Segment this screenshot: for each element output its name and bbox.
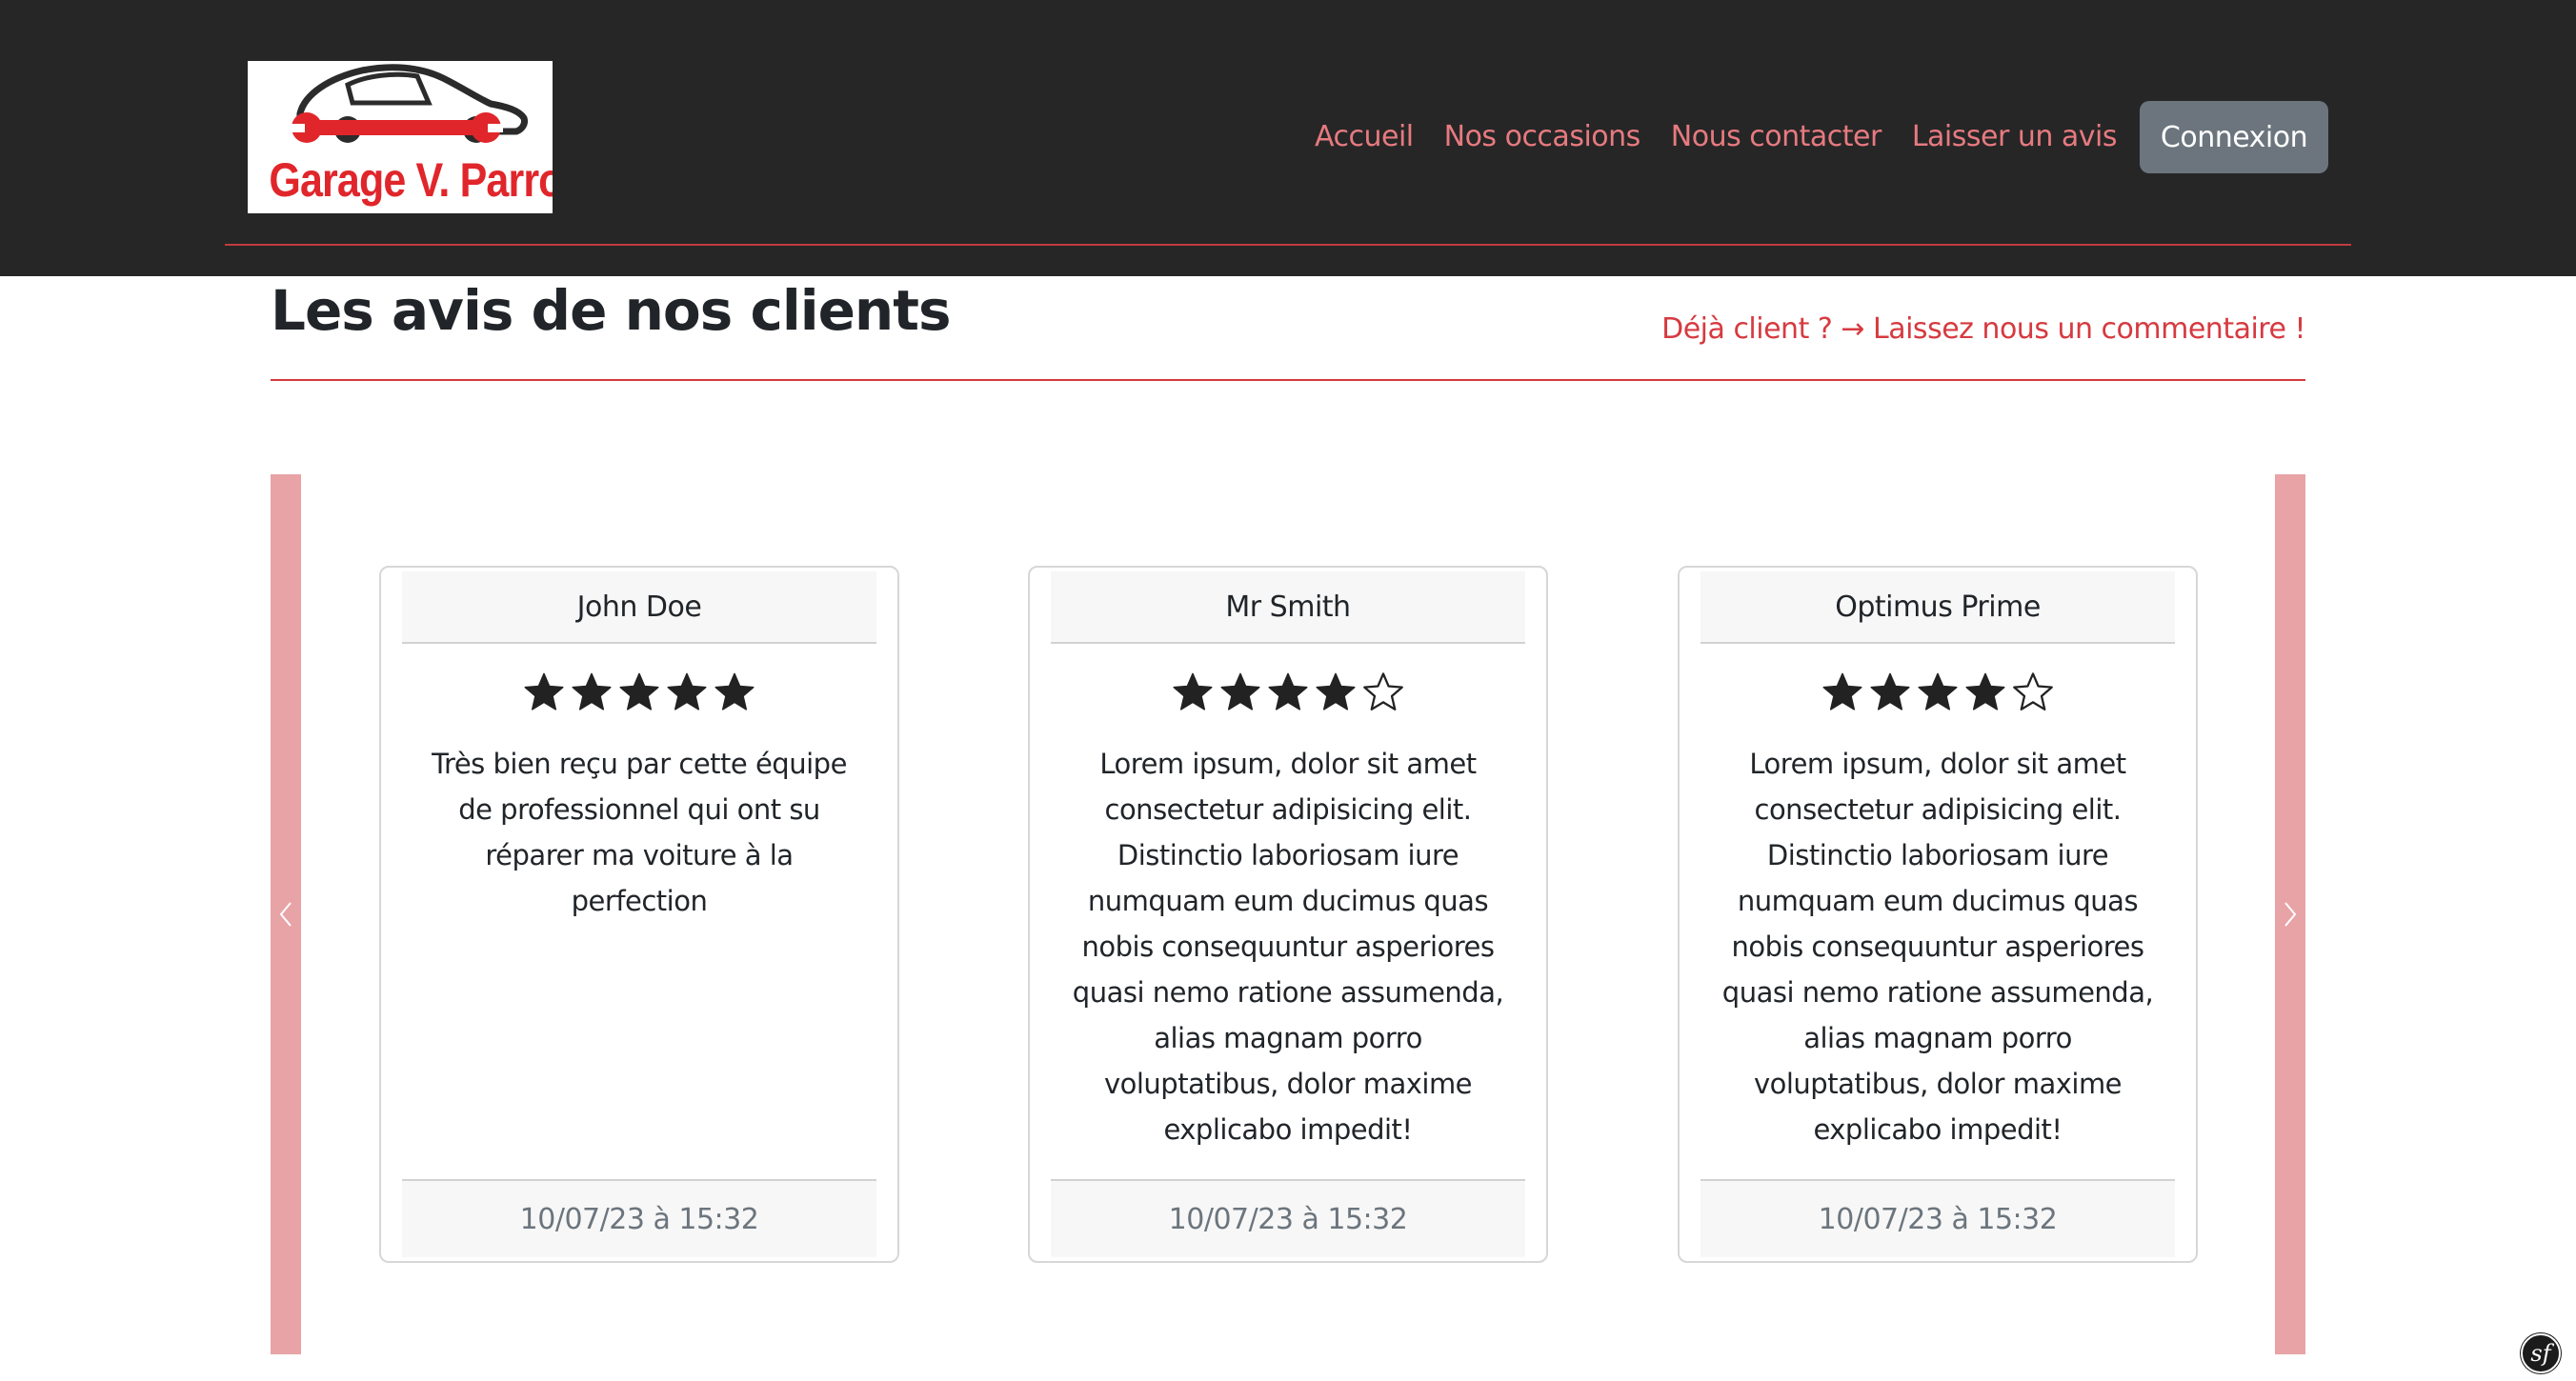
leave-review-link[interactable]: Déjà client ? → Laissez nous un commenta… xyxy=(1661,312,2305,346)
review-rating xyxy=(1030,670,1546,714)
star-filled-icon xyxy=(714,672,755,711)
review-rating xyxy=(381,670,897,714)
review-text: Lorem ipsum, dolor sit amet consectetur … xyxy=(1721,748,2154,1146)
star-filled-icon xyxy=(619,672,659,711)
review-text: Lorem ipsum, dolor sit amet consectetur … xyxy=(1072,748,1504,1146)
star-filled-icon xyxy=(1822,672,1862,711)
chevron-right-icon xyxy=(2284,902,2297,927)
logo-text: Garage V. Parrot xyxy=(269,153,553,207)
review-card: John Doe Très bien reçu par cette équipe… xyxy=(379,566,899,1263)
star-filled-icon xyxy=(1870,672,1910,711)
review-author: Mr Smith xyxy=(1051,571,1525,644)
review-date: 10/07/23 à 15:32 xyxy=(1701,1179,2175,1257)
header-divider xyxy=(225,244,2351,246)
star-filled-icon xyxy=(524,672,564,711)
site-header: Garage V. Parrot Accueil Nos occasions N… xyxy=(0,0,2576,276)
review-card: Optimus Prime Lorem ipsum, dolor sit ame… xyxy=(1678,566,2198,1263)
symfony-icon[interactable]: sf xyxy=(2521,1333,2561,1373)
review-author: John Doe xyxy=(402,571,876,644)
nav-nous-contacter[interactable]: Nous contacter xyxy=(1671,120,1882,153)
star-filled-icon xyxy=(1965,672,2005,711)
star-filled-icon xyxy=(1220,672,1260,711)
star-filled-icon xyxy=(1268,672,1308,711)
carousel-prev-button[interactable] xyxy=(271,474,301,1354)
page-title: Les avis de nos clients xyxy=(271,278,951,343)
chevron-left-icon xyxy=(279,902,292,927)
star-empty-icon xyxy=(2013,672,2053,711)
review-card: Mr Smith Lorem ipsum, dolor sit amet con… xyxy=(1028,566,1548,1263)
star-filled-icon xyxy=(667,672,707,711)
nav-accueil[interactable]: Accueil xyxy=(1315,120,1414,153)
review-date: 10/07/23 à 15:32 xyxy=(1051,1179,1525,1257)
nav-nos-occasions[interactable]: Nos occasions xyxy=(1444,120,1641,153)
nav-laisser-un-avis[interactable]: Laisser un avis xyxy=(1912,120,2118,153)
title-divider xyxy=(271,379,2305,381)
star-filled-icon xyxy=(1316,672,1356,711)
login-button[interactable]: Connexion xyxy=(2140,101,2328,173)
carousel-next-button[interactable] xyxy=(2275,474,2305,1354)
star-empty-icon xyxy=(1363,672,1403,711)
review-rating xyxy=(1680,670,2196,714)
review-author: Optimus Prime xyxy=(1701,571,2175,644)
review-text: Très bien reçu par cette équipe de profe… xyxy=(432,748,847,917)
review-date: 10/07/23 à 15:32 xyxy=(402,1179,876,1257)
main-nav: Accueil Nos occasions Nous contacter Lai… xyxy=(1315,100,2147,172)
star-filled-icon xyxy=(572,672,612,711)
reviews-carousel: John Doe Très bien reçu par cette équipe… xyxy=(271,474,2305,1354)
car-wrench-icon xyxy=(290,64,528,143)
star-filled-icon xyxy=(1918,672,1958,711)
logo[interactable]: Garage V. Parrot xyxy=(248,61,553,213)
star-filled-icon xyxy=(1173,672,1213,711)
